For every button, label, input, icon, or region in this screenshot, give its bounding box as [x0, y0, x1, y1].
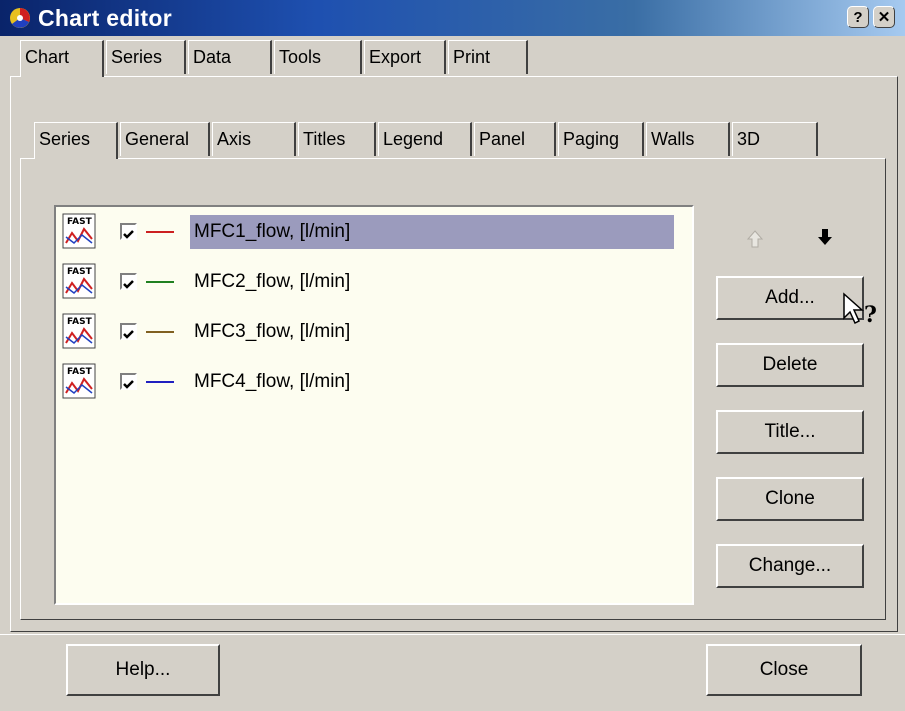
tab-axis[interactable]: Axis: [212, 122, 296, 156]
change-button[interactable]: Change...: [716, 544, 864, 588]
tab-label: Titles: [303, 129, 346, 149]
arrow-down-icon[interactable]: [814, 226, 836, 248]
series-name: MFC3_flow, [l/min]: [194, 321, 351, 342]
tab-label: Series: [111, 47, 163, 67]
series-row[interactable]: FAST MFC2_flow, [l/min]: [56, 259, 692, 307]
delete-button-label: Delete: [762, 354, 818, 375]
tab-data[interactable]: Data: [188, 40, 272, 74]
window-title: Chart editor: [38, 5, 172, 31]
tab-tools[interactable]: Tools: [274, 40, 362, 74]
series-visible-checkbox[interactable]: [120, 223, 137, 240]
tab-chart[interactable]: Chart: [20, 40, 104, 77]
tab-label: Paging: [563, 129, 620, 149]
series-visible-checkbox[interactable]: [120, 273, 137, 290]
sub-tab-bar: Series General Axis Titles Legend Panel …: [34, 122, 854, 159]
title-button-label: Title...: [764, 421, 816, 442]
title-bar: Chart editor ? ✕: [0, 0, 905, 36]
change-button-label: Change...: [748, 555, 832, 576]
series-visible-checkbox[interactable]: [120, 323, 137, 340]
tab-label: Chart: [25, 47, 70, 67]
series-name: MFC1_flow, [l/min]: [190, 215, 674, 249]
svg-text:FAST: FAST: [67, 317, 93, 327]
series-color-swatch: [146, 331, 174, 333]
tab-label: Export: [369, 47, 422, 67]
checkmark-icon: [123, 330, 134, 339]
tab-label: Legend: [383, 129, 444, 149]
tab-label: Series: [39, 129, 91, 149]
series-name: MFC4_flow, [l/min]: [194, 371, 351, 392]
tab-legend[interactable]: Legend: [378, 122, 472, 156]
svg-text:FAST: FAST: [67, 267, 93, 277]
help-button[interactable]: Help...: [66, 644, 220, 696]
series-visible-checkbox[interactable]: [120, 373, 137, 390]
tab-paging[interactable]: Paging: [558, 122, 644, 156]
fast-line-icon: FAST: [62, 313, 96, 349]
clone-button[interactable]: Clone: [716, 477, 864, 521]
tab-label: Data: [193, 47, 232, 67]
tab-label: Tools: [279, 47, 322, 67]
series-row[interactable]: FAST MFC1_flow, [l/min]: [56, 209, 692, 257]
tab-panel[interactable]: Panel: [474, 122, 556, 156]
add-button-label: Add...: [765, 287, 815, 308]
footer-divider: [0, 634, 905, 636]
tab-series-sub[interactable]: Series: [34, 122, 118, 159]
fast-line-icon: FAST: [62, 363, 96, 399]
title-button[interactable]: Title...: [716, 410, 864, 454]
tab-titles[interactable]: Titles: [298, 122, 376, 156]
series-row[interactable]: FAST MFC3_flow, [l/min]: [56, 309, 692, 357]
tab-general[interactable]: General: [120, 122, 210, 156]
close-button[interactable]: Close: [706, 644, 862, 696]
tab-label: Panel: [479, 129, 526, 149]
fast-line-icon: FAST: [62, 213, 96, 249]
tab-print[interactable]: Print: [448, 40, 528, 74]
tab-label: Print: [453, 47, 491, 67]
question-icon[interactable]: ?: [847, 6, 869, 28]
svg-text:?: ?: [864, 302, 877, 328]
main-tab-bar: Chart Series Data Tools Export Print: [20, 40, 880, 77]
series-list[interactable]: FAST MFC1_flow, [l/min] FAST MFC2_flow, …: [54, 205, 694, 605]
app-icon: [10, 8, 30, 28]
delete-button[interactable]: Delete: [716, 343, 864, 387]
tab-export[interactable]: Export: [364, 40, 446, 74]
tab-label: Axis: [217, 129, 252, 149]
series-color-swatch: [146, 381, 174, 383]
checkmark-icon: [123, 380, 134, 389]
checkmark-icon: [123, 230, 134, 239]
series-color-swatch: [146, 281, 174, 283]
series-name: MFC2_flow, [l/min]: [194, 271, 351, 292]
tab-label: Walls: [651, 129, 695, 149]
series-row[interactable]: FAST MFC4_flow, [l/min]: [56, 359, 692, 407]
series-color-swatch: [146, 231, 174, 233]
close-button-label: Close: [759, 659, 809, 680]
tab-label: 3D: [737, 129, 761, 149]
help-cursor-icon: ?: [843, 292, 877, 328]
clone-button-label: Clone: [765, 488, 815, 509]
tab-series[interactable]: Series: [106, 40, 186, 74]
svg-text:FAST: FAST: [67, 217, 93, 227]
help-button-label: Help...: [115, 659, 171, 680]
arrow-up-icon[interactable]: [744, 228, 766, 250]
svg-text:FAST: FAST: [67, 367, 93, 377]
fast-line-icon: FAST: [62, 263, 96, 299]
close-icon[interactable]: ✕: [873, 6, 895, 28]
tab-label: General: [125, 129, 190, 149]
tab-3d[interactable]: 3D: [732, 122, 818, 156]
checkmark-icon: [123, 280, 134, 289]
tab-walls[interactable]: Walls: [646, 122, 730, 156]
